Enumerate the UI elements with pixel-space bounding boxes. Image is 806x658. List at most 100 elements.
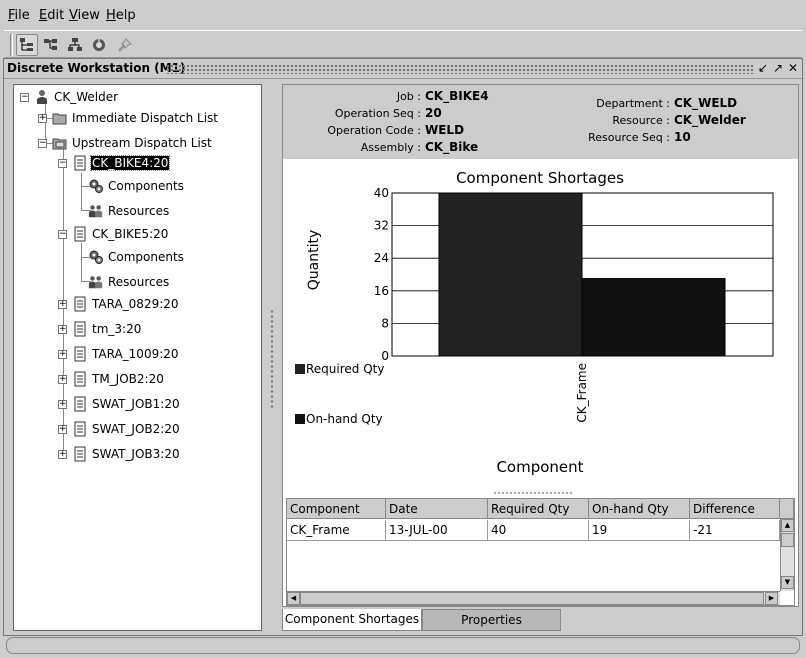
menu-view[interactable]: View: [69, 8, 100, 23]
tree-item-job[interactable]: SWAT_JOB2:20: [72, 420, 181, 438]
col-header-difference[interactable]: Difference: [690, 499, 780, 519]
collapse-toggle[interactable]: −: [20, 93, 29, 102]
scroll-thumb[interactable]: [781, 533, 794, 547]
tree-item-upstream-dispatch[interactable]: Upstream Dispatch List: [52, 134, 213, 152]
tree-item-job[interactable]: TARA_1009:20: [72, 345, 180, 363]
window-titlebar[interactable]: Discrete Workstation (M1) ↙ ↗ ✕: [4, 59, 802, 79]
job-header: Job : CK_BIKE4 Operation Seq : 20 Operat…: [283, 85, 798, 159]
panel-splitter[interactable]: [270, 309, 274, 409]
chart-bar: [438, 192, 583, 357]
chart-y-tick-label: 24: [374, 251, 389, 265]
legend-swatch: [295, 364, 305, 374]
tree-item-components[interactable]: Components: [88, 248, 185, 266]
titlebar-grip: [166, 64, 754, 74]
toolbar-grip: [10, 34, 13, 56]
expand-tree-button[interactable]: [40, 34, 62, 56]
tab-component-shortages[interactable]: Component Shortages: [282, 609, 422, 631]
operation-seq-label: Operation Seq :: [334, 107, 421, 120]
scroll-up-button[interactable]: ▲: [781, 519, 794, 532]
menu-help[interactable]: Help: [106, 8, 136, 23]
document-icon: [72, 421, 88, 437]
dispatch-tree[interactable]: − CK_Welder + Immediate Dispatch List − …: [13, 84, 262, 631]
arrow-right-icon: ▶: [768, 594, 775, 602]
tree-view-button[interactable]: [16, 34, 38, 56]
document-icon: [72, 396, 88, 412]
collapse-toggle[interactable]: −: [58, 159, 67, 168]
col-header-onhand-qty[interactable]: On-hand Qty: [589, 499, 690, 519]
worker-icon: [88, 274, 104, 290]
scroll-left-button[interactable]: ◀: [287, 592, 300, 605]
menu-edit[interactable]: Edit: [39, 8, 64, 23]
expand-toggle[interactable]: +: [58, 300, 67, 309]
menu-file[interactable]: File: [8, 8, 30, 23]
resource-seq-value: 10: [674, 130, 691, 144]
document-icon: [72, 226, 88, 242]
scroll-down-button[interactable]: ▼: [781, 576, 794, 589]
chart-bar: [581, 278, 726, 357]
minimize-icon: ↙: [757, 61, 769, 75]
collapse-toggle[interactable]: −: [58, 230, 67, 239]
document-icon: [72, 155, 88, 171]
arrow-up-icon: ▲: [784, 521, 791, 529]
tree-item-job[interactable]: CK_BIKE4:20: [72, 154, 171, 172]
department-label: Department :: [596, 97, 670, 110]
expand-toggle[interactable]: +: [58, 450, 67, 459]
table-cell[interactable]: 19: [589, 520, 690, 541]
resource-seq-label: Resource Seq :: [588, 131, 670, 144]
tree-item-job[interactable]: CK_BIKE5:20: [72, 225, 169, 243]
document-icon: [72, 446, 88, 462]
tab-properties[interactable]: Properties: [422, 609, 561, 631]
col-header-date[interactable]: Date: [386, 499, 488, 519]
tree-connector: [81, 173, 82, 211]
tree-item-immediate-dispatch[interactable]: Immediate Dispatch List: [52, 109, 219, 127]
table-vertical-scrollbar[interactable]: ▲ ▼: [780, 519, 794, 591]
table-cell[interactable]: 13-JUL-00: [386, 520, 488, 541]
operation-code-label: Operation Code :: [327, 124, 421, 137]
legend-label: On-hand Qty: [306, 412, 383, 426]
chart-svg: Component Shortages Quantity Component 0…: [295, 169, 774, 476]
tree-item-job[interactable]: TARA_0829:20: [72, 295, 180, 313]
shortages-table: Component Date Required Qty On-hand Qty …: [286, 498, 795, 606]
menu-bar: File Edit View Help: [0, 0, 806, 30]
table-horizontal-scrollbar[interactable]: ◀ ▶: [287, 591, 780, 605]
arrow-left-icon: ◀: [290, 594, 297, 602]
collapse-tree-button[interactable]: [64, 34, 86, 56]
legend-swatch: [295, 414, 305, 424]
document-icon: [72, 321, 88, 337]
operation-code-value: WELD: [425, 123, 465, 137]
tree-item-components[interactable]: Components: [88, 177, 185, 195]
tree-item-resources[interactable]: Resources: [88, 202, 170, 220]
maximize-button[interactable]: ↗: [771, 61, 785, 75]
tree-item-job[interactable]: TM_JOB2:20: [72, 370, 165, 388]
database-button[interactable]: [88, 34, 110, 56]
tree-item-root[interactable]: CK_Welder: [34, 88, 119, 106]
minimize-button[interactable]: ↙: [756, 61, 770, 75]
tree-item-job[interactable]: tm_3:20: [72, 320, 142, 338]
job-label: Job :: [396, 90, 421, 103]
assembly-label: Assembly :: [360, 141, 421, 154]
tree-item-job[interactable]: SWAT_JOB1:20: [72, 395, 181, 413]
col-header-component[interactable]: Component: [287, 499, 386, 519]
pin-button[interactable]: [114, 34, 136, 56]
col-header-required-qty[interactable]: Required Qty: [488, 499, 589, 519]
collapse-toggle[interactable]: −: [38, 139, 47, 148]
table-cell[interactable]: CK_Frame: [287, 520, 386, 541]
table-splitter[interactable]: [493, 491, 573, 496]
expand-toggle[interactable]: +: [58, 325, 67, 334]
expand-toggle[interactable]: +: [58, 425, 67, 434]
expand-toggle[interactable]: +: [38, 114, 47, 123]
expand-toggle[interactable]: +: [58, 350, 67, 359]
expand-toggle[interactable]: +: [58, 375, 67, 384]
table-cell[interactable]: -21: [690, 520, 780, 541]
scroll-right-button[interactable]: ▶: [765, 592, 778, 605]
status-bar: [6, 637, 800, 654]
table-cell[interactable]: 40: [488, 520, 589, 541]
folder-open-icon: [52, 135, 68, 151]
scroll-thumb[interactable]: [300, 592, 764, 605]
close-icon: ✕: [787, 61, 799, 75]
tree-item-job[interactable]: SWAT_JOB3:20: [72, 445, 181, 463]
operation-seq-value: 20: [425, 106, 442, 120]
close-button[interactable]: ✕: [786, 61, 800, 75]
tree-item-resources[interactable]: Resources: [88, 273, 170, 291]
expand-toggle[interactable]: +: [58, 400, 67, 409]
